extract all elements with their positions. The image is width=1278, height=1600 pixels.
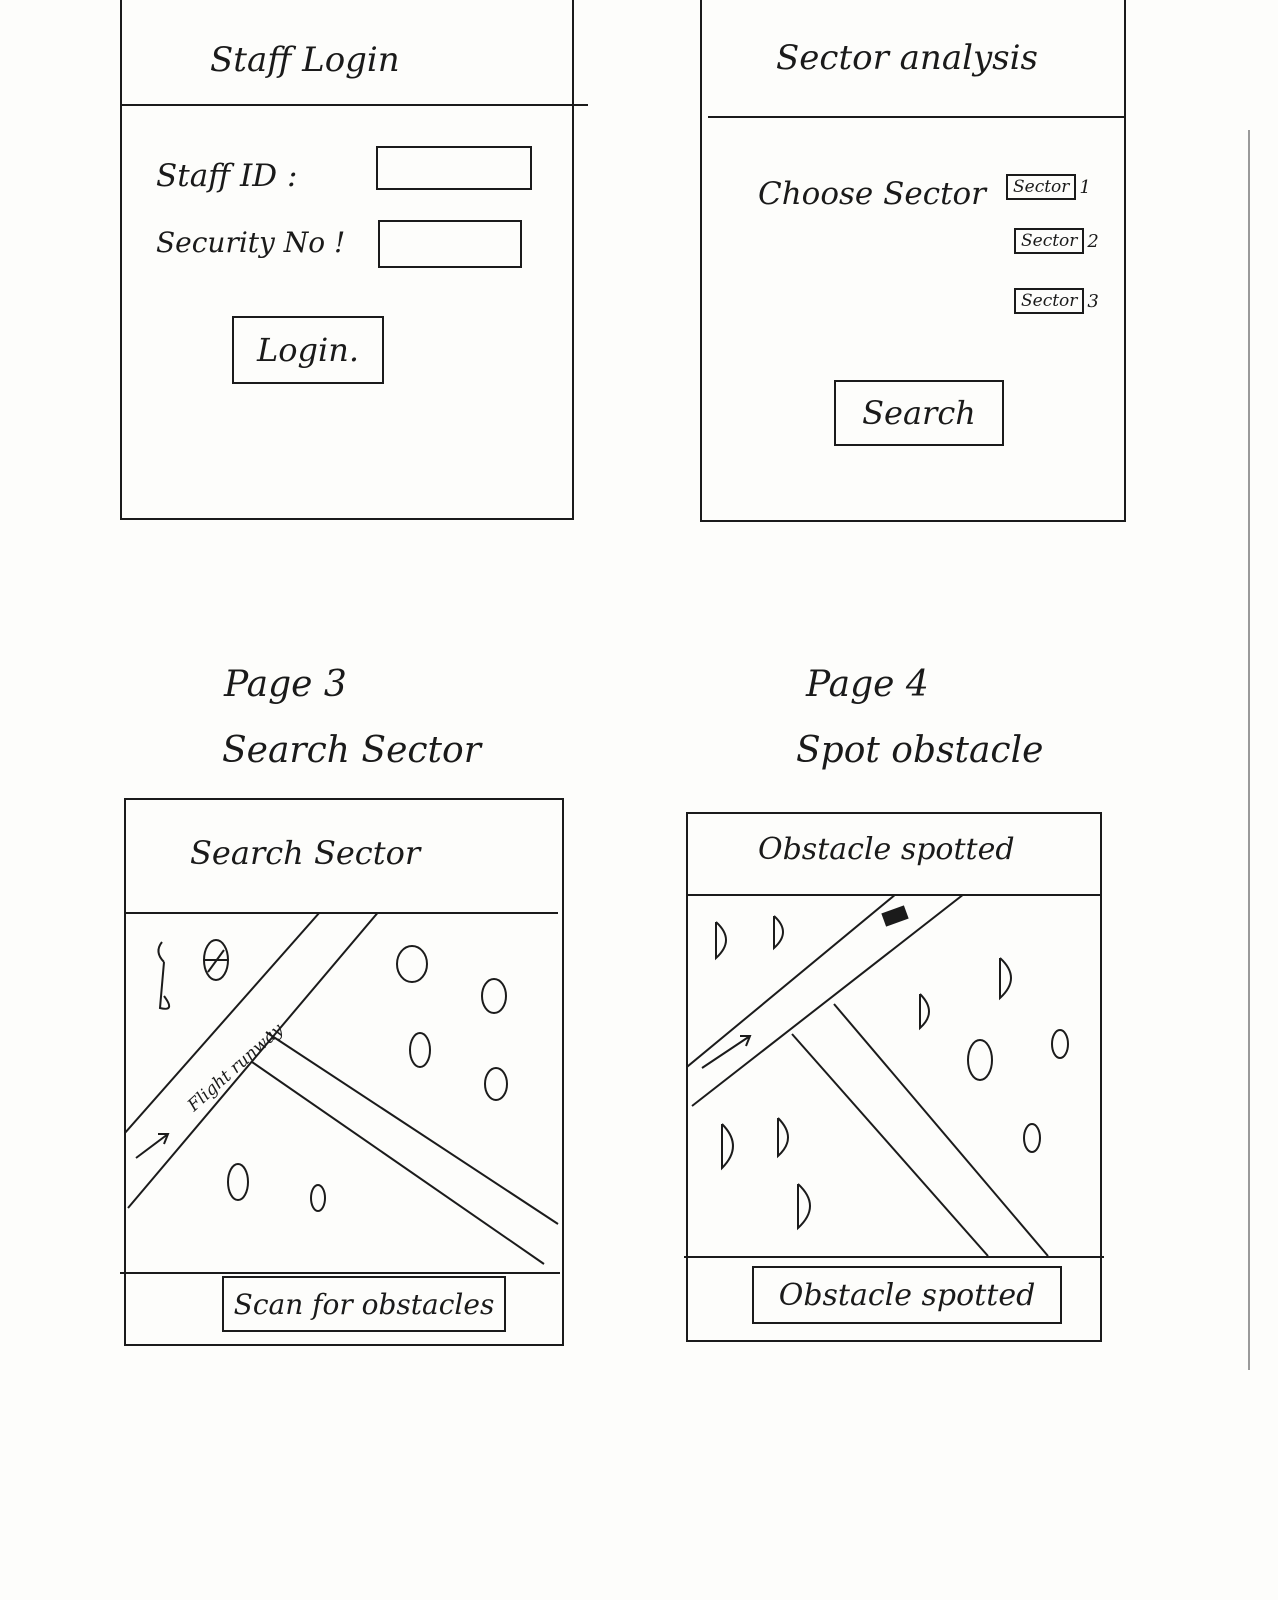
staff-login-title: Staff Login	[210, 40, 400, 80]
sector-option-box[interactable]: Sector	[1006, 174, 1077, 200]
page4-caption-name: Spot obstacle	[796, 730, 1044, 771]
page4-caption-number: Page 4	[806, 664, 929, 705]
security-no-label: Security No !	[156, 226, 346, 259]
sector-analysis-header-divider	[708, 116, 1124, 118]
runway-label: Flight runway	[183, 1020, 287, 1117]
search-button[interactable]: Search	[834, 380, 1004, 446]
login-button[interactable]: Login.	[232, 316, 384, 384]
sector-analysis-title: Sector analysis	[776, 38, 1038, 78]
paper-margin-line	[1248, 130, 1250, 1370]
security-no-input[interactable]	[378, 220, 522, 268]
sector-option-2[interactable]: Sector 2	[1014, 228, 1099, 254]
sector-option-number: 3	[1087, 290, 1099, 312]
obstacle-spotted-button[interactable]: Obstacle spotted	[752, 1266, 1062, 1324]
choose-sector-label: Choose Sector	[758, 176, 987, 212]
search-sector-map: Flight runway	[124, 912, 559, 1265]
staff-login-header-divider	[120, 104, 588, 106]
page3-caption-number: Page 3	[224, 664, 347, 705]
scan-for-obstacles-button[interactable]: Scan for obstacles	[222, 1276, 506, 1332]
sector-option-box[interactable]: Sector	[1014, 288, 1085, 314]
sector-option-1[interactable]: Sector 1	[1006, 174, 1091, 200]
spot-obstacle-footer-divider	[684, 1256, 1104, 1258]
sector-option-number: 2	[1087, 230, 1099, 252]
page3-caption-name: Search Sector	[222, 730, 481, 771]
staff-id-label: Staff ID :	[156, 158, 298, 194]
sector-option-box[interactable]: Sector	[1014, 228, 1085, 254]
search-sector-header: Search Sector	[190, 834, 421, 872]
spot-obstacle-header: Obstacle spotted	[758, 832, 1015, 867]
sector-option-3[interactable]: Sector 3	[1014, 288, 1099, 314]
spot-obstacle-map	[688, 894, 1069, 1256]
sector-option-number: 1	[1079, 176, 1091, 198]
staff-id-input[interactable]	[376, 146, 532, 190]
